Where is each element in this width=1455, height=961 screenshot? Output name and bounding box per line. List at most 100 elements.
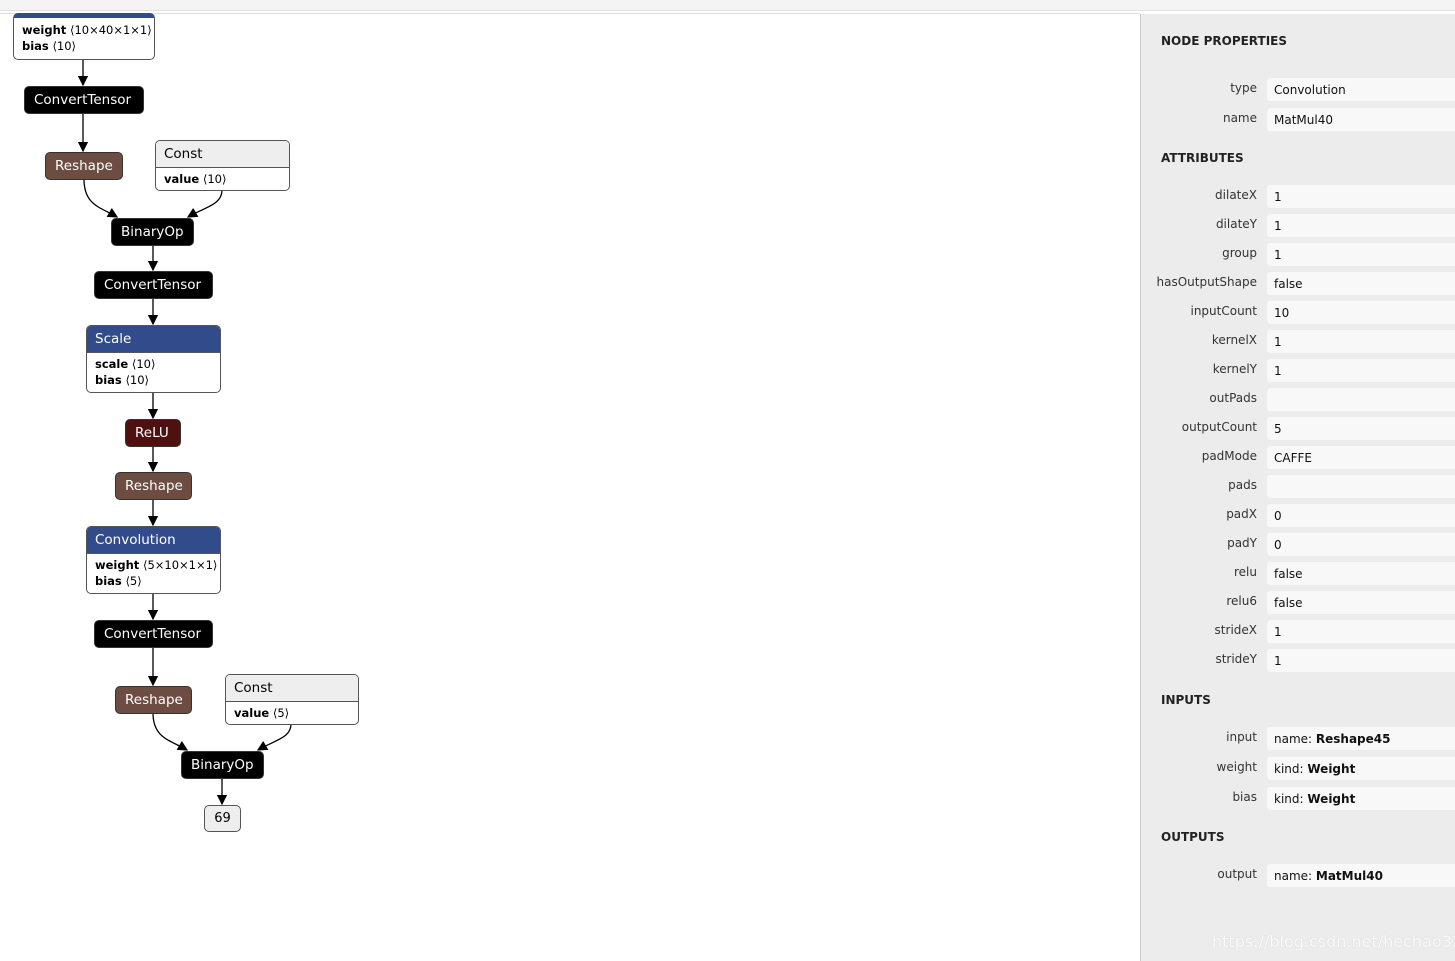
property-label: hasOutputShape: [1156, 275, 1257, 289]
property-row: padY 0: [1141, 533, 1455, 556]
node-const[interactable]: Const value ⟨10⟩: [155, 140, 290, 191]
node-convert-tensor[interactable]: ConvertTensor: [24, 86, 144, 114]
node-relu[interactable]: ReLU: [125, 419, 181, 447]
property-value[interactable]: 1: [1267, 214, 1455, 237]
property-value[interactable]: false: [1267, 591, 1455, 614]
property-value[interactable]: 0: [1267, 533, 1455, 556]
node-title: Convolution: [87, 527, 220, 554]
node-title: Const: [156, 141, 289, 168]
property-value[interactable]: 1: [1267, 620, 1455, 643]
property-row: weight kind: Weight: [1141, 757, 1455, 780]
property-label: padY: [1227, 536, 1257, 550]
graph-canvas[interactable]: weight ⟨10×40×1×1⟩ bias ⟨10⟩ ConvertTens…: [0, 0, 1140, 961]
property-label: kernelX: [1211, 333, 1257, 347]
property-label: relu6: [1226, 594, 1257, 608]
section-title: OUTPUTS: [1161, 830, 1225, 844]
property-row: padX 0: [1141, 504, 1455, 527]
property-row: padMode CAFFE: [1141, 446, 1455, 469]
property-value[interactable]: 1: [1267, 243, 1455, 266]
property-row: kernelX 1: [1141, 330, 1455, 353]
property-value[interactable]: kind: Weight: [1267, 757, 1455, 780]
node-properties-panel: NODE PROPERTIES type Convolution name MatMul…: [1140, 14, 1455, 961]
property-label: inputCount: [1190, 304, 1257, 318]
property-value[interactable]: name: MatMul40: [1267, 864, 1455, 887]
property-value[interactable]: MatMul40: [1267, 108, 1455, 131]
property-value[interactable]: 1: [1267, 649, 1455, 672]
node-attr: weight ⟨5×10×1×1⟩: [95, 558, 218, 572]
node-convert-tensor[interactable]: ConvertTensor: [94, 620, 213, 648]
property-value[interactable]: 5: [1267, 417, 1455, 440]
property-value[interactable]: 1: [1267, 359, 1455, 382]
node-attr: bias ⟨5⟩: [95, 574, 142, 588]
property-row: relu6 false: [1141, 591, 1455, 614]
property-row: strideY 1: [1141, 649, 1455, 672]
property-row: strideX 1: [1141, 620, 1455, 643]
edge: [83, 178, 119, 218]
property-row: name MatMul40: [1141, 108, 1455, 131]
node-attr: scale ⟨10⟩: [95, 357, 156, 371]
property-row: kernelY 1: [1141, 359, 1455, 382]
property-label: outputCount: [1181, 420, 1257, 434]
node-attr: bias ⟨10⟩: [95, 373, 150, 387]
value-text: Weight: [1307, 792, 1356, 806]
node-attr: weight ⟨10×40×1×1⟩: [22, 23, 152, 37]
value-text: Reshape45: [1315, 732, 1391, 746]
property-label: outPads: [1209, 391, 1257, 405]
node-scale[interactable]: Scale scale ⟨10⟩ bias ⟨10⟩: [86, 325, 221, 393]
node-convolution-top[interactable]: weight ⟨10×40×1×1⟩ bias ⟨10⟩: [13, 13, 155, 60]
property-label: output: [1217, 867, 1257, 881]
property-row: hasOutputShape false: [1141, 272, 1455, 295]
node-convolution[interactable]: Convolution weight ⟨5×10×1×1⟩ bias ⟨5⟩: [86, 526, 221, 594]
property-value[interactable]: CAFFE: [1267, 446, 1455, 469]
value-prefix: name:: [1274, 732, 1316, 746]
property-value[interactable]: name: Reshape45: [1267, 727, 1455, 750]
node-reshape[interactable]: Reshape: [115, 472, 192, 500]
value-text: Weight: [1307, 762, 1356, 776]
edge: [186, 189, 223, 218]
node-const[interactable]: Const value ⟨5⟩: [225, 674, 359, 725]
property-value[interactable]: [1267, 388, 1455, 411]
property-row: bias kind: Weight: [1141, 787, 1455, 810]
node-binaryop[interactable]: BinaryOp: [111, 218, 194, 246]
node-reshape[interactable]: Reshape: [45, 152, 123, 180]
node-attr: value ⟨5⟩: [234, 706, 290, 720]
watermark: https://blog.csdn.net/hechao3225: [1212, 932, 1455, 951]
property-label: input: [1226, 730, 1257, 744]
property-label: pads: [1228, 478, 1257, 492]
property-value[interactable]: Convolution: [1267, 78, 1455, 101]
property-value[interactable]: 0: [1267, 504, 1455, 527]
property-row: dilateY 1: [1141, 214, 1455, 237]
node-reshape[interactable]: Reshape: [115, 686, 192, 714]
property-label: strideY: [1215, 652, 1257, 666]
property-row: output name: MatMul40: [1141, 864, 1455, 887]
property-value[interactable]: [1267, 475, 1455, 498]
node-output[interactable]: 69: [204, 805, 241, 832]
property-label: relu: [1234, 565, 1257, 579]
property-label: dilateX: [1215, 188, 1257, 202]
property-value[interactable]: 10: [1267, 301, 1455, 324]
property-row: inputCount 10: [1141, 301, 1455, 324]
value-text: MatMul40: [1315, 869, 1383, 883]
property-label: type: [1230, 81, 1257, 95]
property-label: kernelY: [1212, 362, 1257, 376]
property-row: pads: [1141, 475, 1455, 498]
property-row: outPads: [1141, 388, 1455, 411]
property-label: dilateY: [1215, 217, 1257, 231]
property-value[interactable]: kind: Weight: [1267, 787, 1455, 810]
property-row: input name: Reshape45: [1141, 727, 1455, 750]
edge: [256, 723, 292, 751]
property-row: relu false: [1141, 562, 1455, 585]
property-value[interactable]: false: [1267, 562, 1455, 585]
node-title: Const: [226, 675, 358, 702]
property-label: name: [1222, 111, 1257, 125]
property-value[interactable]: 1: [1267, 330, 1455, 353]
property-value[interactable]: 1: [1267, 185, 1455, 208]
node-convert-tensor[interactable]: ConvertTensor: [94, 271, 213, 299]
property-label: group: [1222, 246, 1257, 260]
property-value[interactable]: false: [1267, 272, 1455, 295]
property-label: weight: [1216, 760, 1257, 774]
node-attr: bias ⟨10⟩: [22, 39, 77, 53]
node-attr: value ⟨10⟩: [164, 172, 227, 186]
node-binaryop[interactable]: BinaryOp: [181, 751, 264, 779]
value-prefix: name:: [1274, 869, 1316, 883]
